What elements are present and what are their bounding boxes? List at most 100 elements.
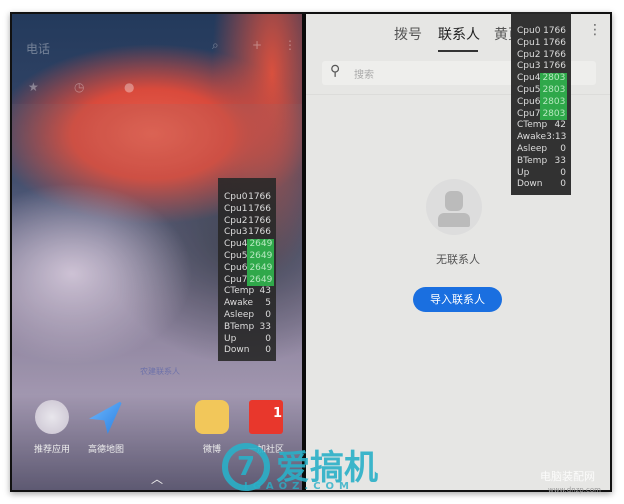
stat-label: Awake: [517, 132, 547, 143]
weibo-icon: [195, 400, 229, 434]
stat-row-cpu3: Cpu3 1766: [224, 227, 271, 239]
empty-state-text: 无联系人: [436, 253, 480, 266]
watermark-site: 电脑装配网: [540, 470, 595, 483]
cpu-stats-overlay: Cpu0 1766 Cpu1 1766 Cpu2 1766 Cpu3 1766 Cpu4 2649…: [218, 178, 276, 362]
stat-value: 0: [560, 167, 566, 178]
more-options-icon[interactable]: ⋮: [588, 22, 602, 38]
stat-value: 0: [265, 309, 271, 320]
search-icon: ⚲: [330, 63, 341, 79]
stat-row-cpu6: Cpu6 2649: [224, 262, 275, 275]
search-placeholder: 搜索: [354, 70, 374, 81]
stat-label: Awake: [224, 298, 254, 309]
ghost-add-icon: +: [252, 38, 263, 52]
stat-value: 1766: [248, 227, 271, 238]
stat-value: 1766: [543, 26, 566, 36]
stat-row-btemp: BTemp 33: [517, 156, 566, 168]
stat-value: 1766: [248, 192, 271, 202]
chevron-up-icon[interactable]: ︿: [151, 470, 163, 487]
stat-value: 2649: [247, 250, 275, 263]
stat-row-cpu5: Cpu5 2649: [224, 250, 275, 263]
tab-yellow-pages[interactable]: 黄页: [494, 24, 511, 44]
stat-value: 0: [560, 179, 566, 190]
stat-value: 2649: [247, 262, 275, 275]
left-pane-home-screen: 电话 ⌕ + ⋮ ★ ◷ ● Cpu0 1766 Cpu1 1766 Cpu2 1766 C…: [12, 14, 302, 490]
tab-contacts[interactable]: 联系人: [438, 24, 480, 44]
stat-label: Cpu1: [224, 203, 248, 214]
dock-app-0[interactable]: 推荐应用: [22, 400, 82, 455]
ghost-clock-icon: ◷: [74, 80, 85, 94]
watermark-brand-url: IGAOZ.COM: [244, 481, 355, 492]
stat-label: Cpu4: [517, 73, 541, 84]
stat-value: 1766: [248, 203, 271, 214]
stat-row-cpu4: Cpu4 2649: [224, 239, 275, 251]
stat-label: Cpu1: [517, 37, 541, 48]
stat-value: 2649: [247, 239, 275, 251]
stat-label: BTemp: [224, 321, 255, 332]
stat-row-cpu6: Cpu6 2803: [517, 96, 568, 109]
stat-label: Cpu3: [224, 227, 248, 238]
stat-row-cpu4: Cpu4 2803: [517, 73, 568, 85]
stat-row-up: Up 0: [517, 168, 566, 180]
stat-row-cpu3: Cpu3 1766: [517, 61, 566, 73]
stat-label: BTemp: [517, 155, 548, 166]
ghost-contact-icon: ●: [124, 80, 135, 94]
stat-label: Cpu5: [224, 250, 248, 261]
dock-app-1[interactable]: 高德地图: [76, 400, 136, 455]
stat-value: 0: [265, 345, 271, 356]
ghost-link: 农建联系人: [140, 367, 180, 376]
ghost-more-icon: ⋮: [284, 38, 296, 52]
cpu-stats-overlay: Cpu0 1766 Cpu1 1766 Cpu2 1766 Cpu3 1766 Cpu4 2803…: [511, 12, 571, 196]
stat-value: 33: [554, 155, 566, 166]
stat-value: 43: [259, 286, 271, 297]
stat-value: 5: [265, 298, 271, 309]
ghost-search-icon: ⌕: [212, 38, 219, 52]
stat-value: 2803: [540, 84, 568, 97]
ghost-star-icon: ★: [28, 80, 39, 94]
stat-label: Cpu7: [224, 274, 248, 285]
stat-row-down: Down 0: [224, 345, 271, 357]
right-pane-contacts: 拨号 联系人 黄页 ⋮ ⚲ 搜索 无联系人 导入联系人 Cpu01766Cpu1…: [306, 12, 610, 490]
app-label: 高德地图: [87, 445, 124, 455]
stat-row-cpu2: Cpu2 1766: [224, 216, 271, 228]
stat-row-asleep: Asleep 0: [517, 144, 566, 156]
stat-label: Cpu6: [517, 96, 541, 107]
stat-label: Cpu2: [224, 215, 248, 226]
stat-value: 1766: [543, 37, 566, 48]
stat-label: Asleep: [517, 143, 548, 154]
stat-row-awake: Awake 3:13: [517, 132, 566, 144]
stat-row-cpu7: Cpu7 2803: [517, 108, 568, 121]
ghost-phone-title: 电话: [26, 42, 51, 56]
stat-row-ctemp: CTemp 43: [224, 286, 271, 298]
stat-row-cpu1: Cpu1 1766: [517, 38, 566, 50]
stat-row-cpu2: Cpu2 1766: [517, 50, 566, 62]
stat-value: 2649: [247, 274, 275, 287]
stat-row-cpu7: Cpu7 2649: [224, 274, 275, 287]
stat-value: 3:13: [546, 132, 567, 143]
stat-row-up: Up 0: [224, 334, 271, 346]
stat-row-awake: Awake 5: [224, 298, 271, 310]
stat-value: 0: [560, 143, 566, 154]
stat-label: Cpu5: [517, 84, 541, 95]
stat-value: 0: [265, 333, 271, 344]
stat-row-ctemp: CTemp 42: [517, 120, 566, 132]
badge: 1: [272, 406, 282, 421]
stat-label: Asleep: [224, 309, 255, 320]
stat-row-cpu0: Cpu0 1766: [517, 26, 566, 38]
stat-row-asleep: Asleep 0: [224, 310, 271, 322]
stat-value: 33: [259, 321, 271, 332]
stat-label: CTemp: [224, 286, 255, 297]
stat-value: 1766: [543, 49, 566, 60]
stat-value: 2803: [540, 108, 568, 121]
stat-label: Up: [224, 333, 237, 344]
stat-label: Cpu7: [517, 108, 541, 119]
stat-value: 1766: [248, 215, 271, 226]
stat-row-down: Down 0: [517, 179, 566, 191]
tab-dialer[interactable]: 拨号: [394, 24, 422, 44]
stat-value: 2803: [540, 73, 568, 85]
stat-label: CTemp: [517, 120, 548, 131]
folder-icon: [35, 400, 69, 434]
active-tab-indicator: [438, 50, 478, 52]
import-contacts-button[interactable]: 导入联系人: [413, 287, 502, 312]
stat-label: Cpu0: [224, 192, 248, 202]
stat-label: Cpu6: [224, 262, 248, 273]
